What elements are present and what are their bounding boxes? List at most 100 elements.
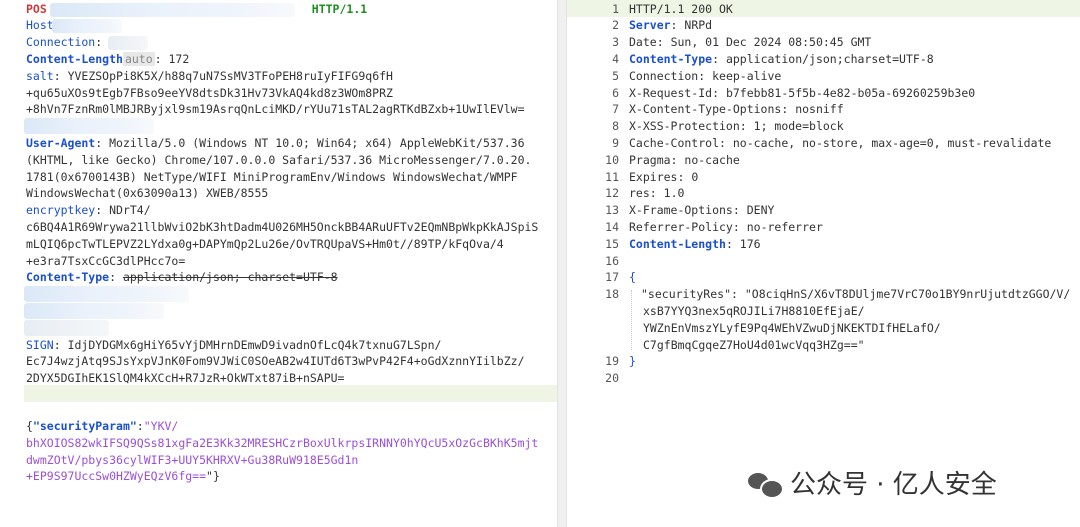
watermark: 公众号 · 亿人安全 — [748, 464, 997, 501]
header-value: : 172 — [154, 51, 190, 66]
response-editor[interactable]: 1 2 3 4 5 6 7 8 9 10 11 12 13 14 15 16 17 18 19 20 HTTP/1.1… — [567, 0, 1080, 527]
response-line: HTTP/1.1 200 OK — [629, 1, 733, 18]
redacted-area — [24, 320, 109, 336]
response-line: xsB7YYQ3nex5qROJILi7H8810EfEjaE/ — [643, 303, 865, 320]
watermark-text: 公众号 · 亿人安全 — [790, 470, 997, 500]
header-name: Connection — [26, 35, 96, 50]
response-line: Referrer-Policy: no-referrer — [629, 219, 823, 234]
indent-guide — [631, 290, 633, 350]
header-value: 0 — [691, 169, 699, 184]
header-value: +8hVn7FznRm0lMBJRByjxl9sm19AsrqQnLciMKD/… — [26, 102, 525, 117]
header-name: Connection — [629, 68, 699, 83]
header-value: 176 — [739, 236, 761, 251]
line-number: 6 — [612, 85, 619, 100]
header-value: Sun, 01 Dec 2024 08:50:45 GMT — [670, 35, 872, 50]
http-version: HTTP/1.1 — [311, 1, 368, 16]
response-line: Content-Type: application/json;charset=U… — [629, 51, 934, 66]
header-value: application/json;charset=UTF-8 — [725, 51, 934, 66]
response-line: Cache-Control: no-cache, no-store, max-a… — [629, 135, 1052, 150]
header-name: Server — [629, 18, 671, 33]
header-separator: : — [109, 270, 123, 285]
request-line: 1781(0x6700143B) NetType/WIFI MiniProgra… — [26, 169, 518, 186]
line-number: 10 — [605, 152, 619, 167]
header-value: no-cache, no-store, max-age=0, must-reva… — [732, 135, 1052, 150]
request-line: Connection: k — [26, 34, 116, 51]
header-value: 1; mode=block — [753, 119, 844, 134]
json-brace: { — [629, 270, 636, 285]
request-line: Content-Type: application/json; charset=… — [26, 269, 338, 286]
line-number: 17 — [605, 270, 619, 285]
json-body-line: dwmZOtV/pbys36cylWIF3+UUY5KHRXV+Gu38RuW9… — [26, 452, 358, 469]
header-value: no-cache — [684, 152, 740, 167]
header-name: Content-Length — [26, 51, 123, 66]
wechat-icon — [748, 469, 784, 499]
request-line: +8hVn7FznRm0lMBJRByjxl9sm19AsrqQnLciMKD/… — [26, 101, 525, 118]
redacted-area — [24, 118, 154, 134]
request-line: encryptkey: NDrT4/ — [26, 202, 151, 219]
response-line: X-Frame-Options: DENY — [629, 203, 775, 218]
response-line: X-Content-Type-Options: nosniff — [629, 102, 844, 117]
line-number: 4 — [612, 51, 619, 66]
header-value: NDrT4/ — [109, 203, 151, 218]
header-value: IdjDYDGMx6gHiY65vYjDMHrnDEmwD9ivadnOfLcQ… — [67, 337, 442, 352]
redacted-area — [50, 3, 295, 17]
header-value: +e3ra7TsxCcGC3dlPHcc7o= — [26, 253, 186, 268]
line-number: 13 — [605, 203, 619, 218]
line-number: 5 — [612, 68, 619, 83]
header-name: POS — [26, 1, 47, 16]
line-number: 19 — [605, 354, 619, 369]
header-value: keep-alive — [712, 68, 782, 83]
request-line: c6BQ4A1R69Wrywa21llbWviO2bK3htDadm4U026M… — [26, 219, 538, 236]
header-value: NRPd — [684, 18, 713, 33]
line-number: 15 — [605, 236, 619, 251]
line-number: 7 — [612, 102, 619, 117]
request-line: (KHTML, like Gecko) Chrome/107.0.0.0 Saf… — [26, 152, 531, 169]
json-value: YWZnEnVmszYLyfE9Pq4WEhVZwuDjNKEKTDIfHELa… — [643, 320, 941, 335]
json-value: "O8ciqHnS/X6vT8DUljme7VrC70o1BY9nrUjutdt… — [744, 287, 1071, 302]
header-name: X-Frame-Options — [629, 203, 733, 218]
request-line: +e3ra7TsxCcGC3dlPHcc7o= — [26, 253, 185, 270]
response-line: X-XSS-Protection: 1; mode=block — [629, 119, 844, 134]
header-name: Pragma — [629, 152, 671, 167]
header-value: c6BQ4A1R69Wrywa21llbWviO2bK3htDadm4U026M… — [26, 219, 539, 234]
json-key: "securityParam" — [32, 419, 137, 433]
json-brace: } — [629, 354, 636, 369]
request-line: SIGN: IdjDYDGMx6gHiY65vYjDMHrnDEmwD9ivad… — [26, 337, 441, 354]
response-line: "securityRes": "O8ciqHnS/X6vT8DUljme7VrC… — [641, 287, 1071, 302]
pane-divider[interactable] — [557, 0, 567, 527]
request-line: Content-Length auto: 172 — [26, 51, 189, 68]
request-line: salt: YVEZSOpPi8K5X/h88q7uN7SsMV3TFoPEH8… — [26, 68, 393, 85]
header-value: 2DYX5DGIhEK1SlQM4kXCcH+R7JzR+OkWTxt87iB+… — [26, 371, 345, 386]
json-body-line: bhXOIOS82wkIFSQ9QSs81xgFa2E3Kk32MRESHCzr… — [26, 435, 538, 452]
request-line: Host — [26, 17, 54, 34]
header-value: nosniff — [795, 102, 844, 117]
response-line: Connection: keep-alive — [629, 68, 782, 83]
line-number: 18 — [605, 287, 619, 302]
json-key: "securityRes" — [641, 287, 732, 302]
header-separator: : — [53, 337, 68, 352]
line-number: 3 — [612, 35, 619, 50]
json-brace: "} — [206, 469, 220, 484]
json-value: "YKV/ — [143, 419, 179, 433]
header-name: Cache-Control — [629, 135, 720, 150]
header-name: Host — [26, 18, 54, 33]
response-line: { — [629, 269, 636, 286]
request-editor[interactable]: POS HTTP/1.1 HostConnection: kContent-Leng… — [0, 0, 557, 527]
line-number: 20 — [605, 371, 619, 386]
header-name: X-XSS-Protection — [629, 119, 740, 134]
json-value: xsB7YYQ3nex5qROJILi7H8810EfEjaE/ — [643, 303, 865, 318]
json-body-line: +EP9S97UccSw0HZWyEQzV6fg=="} — [26, 468, 220, 485]
line-number: 12 — [605, 186, 619, 201]
line-number: 14 — [605, 219, 619, 234]
response-line: X-Request-Id: b7febb81-5f5b-4e82-b05a-69… — [629, 85, 976, 100]
header-name: res — [629, 186, 650, 201]
status-line: HTTP/1.1 200 OK — [629, 1, 733, 16]
json-body-line: {"securityParam":"YKV/ — [26, 418, 178, 435]
header-value: Ec7J4wzjAtq9SJsYxpVJnK0Fom9VJWiC0SOeAB2w… — [26, 354, 525, 369]
line-number: 11 — [605, 169, 619, 184]
response-line: Server: NRPd — [629, 18, 713, 33]
redacted-area — [24, 286, 189, 302]
request-line: Ec7J4wzjAtq9SJsYxpVJnK0Fom9VJWiC0SOeAB2w… — [26, 353, 525, 370]
response-line: Pragma: no-cache — [629, 152, 740, 167]
header-value: WindowsWechat(0x63090a13) XWEB/8555 — [26, 186, 269, 201]
